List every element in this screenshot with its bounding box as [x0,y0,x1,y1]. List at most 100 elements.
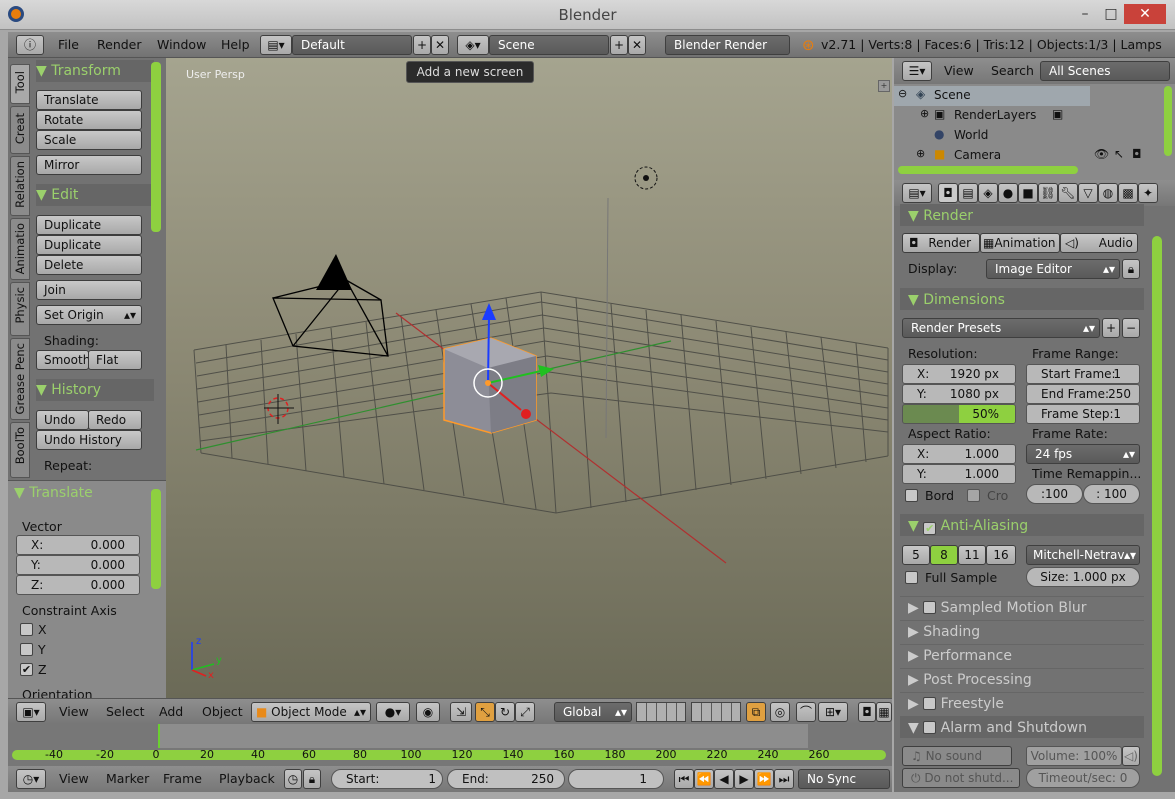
menu-timeline-view[interactable]: View [59,771,89,786]
shading-panel-header[interactable]: ▶ Shading [900,620,1144,642]
outliner-row-world[interactable]: ● World [894,126,1164,146]
smooth-button[interactable]: Smooth [36,350,90,370]
menu-help[interactable]: Help [221,37,250,52]
material-context-icon[interactable]: ◍ [1098,183,1118,203]
aa-filter-select[interactable]: Mitchell-Netrav... ▴▾ [1026,545,1140,565]
operator-panel-scrollbar[interactable] [151,489,161,589]
frame-step-field[interactable]: Frame Step: 1 [1026,404,1140,424]
render-button[interactable]: ◘ Render [902,233,980,253]
menu-frame[interactable]: Frame [163,771,202,786]
history-panel-header[interactable]: ▼ History [36,379,154,401]
proportional-edit-icon[interactable]: ◎ [770,702,790,722]
scale-button[interactable]: Scale [36,130,142,150]
outliner-h-scrollbar[interactable] [898,166,1078,174]
play-icon[interactable]: ▶ [734,769,754,789]
undo-button[interactable]: Undo [36,410,89,430]
snap-icon[interactable]: ⌒ [796,702,816,722]
play-reverse-icon[interactable]: ◀ [714,769,734,789]
end-frame-prop-field[interactable]: End Frame: 250 [1026,384,1140,404]
physics-context-icon[interactable]: ✦ [1138,183,1158,203]
sound-select[interactable]: ♫ No sound [902,746,1012,766]
animation-button[interactable]: ▦Animation [980,233,1060,253]
menu-select[interactable]: Select [106,704,145,719]
delete-button[interactable]: Delete [36,255,142,275]
properties-scrollbar[interactable] [1152,236,1162,776]
render-context-icon[interactable]: ◘ [938,183,958,203]
next-keyframe-icon[interactable]: ⏩ [754,769,774,789]
anti-aliasing-checkbox[interactable]: ✔ [923,522,937,535]
aspect-y-field[interactable]: Y: 1.000 [902,464,1016,484]
lock-range-icon[interactable]: 🔒︎ [303,769,321,789]
remove-preset-button[interactable]: − [1122,318,1140,338]
translate-manipulator-icon[interactable]: ⤡ [475,702,495,722]
volume-field[interactable]: Volume: 100% [1026,746,1122,766]
alarm-shutdown-panel-header[interactable]: ▼ Alarm and Shutdown [900,716,1144,738]
timeline[interactable]: -40 -20 0 20 40 60 80 100 120 140 160 180 200 220 240 2… [8,724,892,766]
vector-z-field[interactable]: Z: 0.000 [16,575,140,595]
rotate-manipulator-icon[interactable]: ↻ [495,702,515,722]
translate-button[interactable]: Translate [36,90,142,110]
transform-panel-header[interactable]: ▼ Transform [36,60,154,82]
add-preset-button[interactable]: + [1102,318,1120,338]
aa-samples-8[interactable]: 8 [930,545,958,565]
tab-physics[interactable]: Physic [10,282,30,336]
tool-shelf-scrollbar[interactable] [151,62,161,232]
current-frame-marker[interactable] [158,724,160,748]
add-screen-button[interactable]: + [413,35,431,55]
menu-playback[interactable]: Playback [219,771,275,786]
render-panel-header[interactable]: ▼ Render [900,204,1144,226]
set-origin-select[interactable]: Set Origin ▴▾ [36,305,142,325]
menu-window[interactable]: Window [157,37,206,52]
prev-keyframe-icon[interactable]: ⏪ [694,769,714,789]
redo-button[interactable]: Redo [88,410,142,430]
constraint-z-checkbox[interactable]: ✔ [20,663,33,676]
modifiers-context-icon[interactable]: 🔧︎ [1058,183,1078,203]
outliner-v-scrollbar[interactable] [1164,86,1172,156]
world-context-icon[interactable]: ● [998,183,1018,203]
scale-manipulator-icon[interactable]: ⤢ [515,702,535,722]
resolution-x-field[interactable]: X: 1920 px [902,364,1016,384]
menu-search[interactable]: Search [991,63,1034,78]
anti-aliasing-panel-header[interactable]: ▼ ✔ Anti-Aliasing [900,514,1144,536]
constraint-y-checkbox[interactable] [20,643,33,656]
scene-context-icon[interactable]: ◈ [978,183,998,203]
aa-size-field[interactable]: Size: 1.000 px [1026,567,1140,587]
border-checkbox[interactable] [905,489,918,502]
render-camera-icon[interactable]: ◘ [1132,147,1142,161]
display-mode-select[interactable]: All Scenes [1040,61,1170,81]
preview-range-icon[interactable]: ◷ [284,769,302,789]
lock-interface-icon[interactable]: 🔒︎ [1122,259,1140,279]
undo-history-button[interactable]: Undo History [36,430,142,450]
select-cursor-icon[interactable]: ↖ [1114,147,1124,161]
start-frame-prop-field[interactable]: Start Frame: 1 [1026,364,1140,384]
menu-render[interactable]: Render [97,37,142,52]
current-frame-field[interactable]: 1 [568,769,664,789]
performance-panel-header[interactable]: ▶ Performance [900,644,1144,666]
motion-blur-panel-header[interactable]: ▶ Sampled Motion Blur [900,596,1144,618]
frame-rate-select[interactable]: 24 fps ▴▾ [1026,444,1140,464]
vector-x-field[interactable]: X: 0.000 [16,535,140,555]
jump-end-icon[interactable]: ⏭ [774,769,794,789]
constraints-context-icon[interactable]: ⛓︎ [1038,183,1058,203]
remove-scene-button[interactable]: ✕ [628,35,646,55]
shutdown-select[interactable]: ⏻ Do not shutd... [902,768,1020,788]
crop-checkbox[interactable] [967,489,980,502]
scene-icon[interactable]: ◈▾ [457,35,489,55]
mode-select[interactable]: ■ Object Mode ▴▾ [251,702,371,722]
dimensions-panel-header[interactable]: ▼ Dimensions [900,288,1144,310]
remap-new-field[interactable]: : 100 [1083,484,1140,504]
render-engine-select[interactable]: Blender Render [665,35,790,55]
menu-marker[interactable]: Marker [106,771,149,786]
menu-outliner-view[interactable]: View [944,63,974,78]
info-editor-type-button[interactable]: ⓘ [16,35,44,55]
post-processing-panel-header[interactable]: ▶ Post Processing [900,668,1144,690]
close-button[interactable]: ✕ [1124,4,1166,24]
sync-select[interactable]: No Sync [798,769,890,789]
end-frame-field[interactable]: End: 250 [447,769,565,789]
menu-file[interactable]: File [58,37,79,52]
audio-button[interactable]: ◁) Audio [1060,233,1138,253]
tab-create[interactable]: Creat [10,106,30,154]
object-context-icon[interactable]: ■ [1018,183,1038,203]
full-sample-checkbox[interactable] [905,571,918,584]
timeout-field[interactable]: Timeout/sec: 0 [1026,768,1140,788]
